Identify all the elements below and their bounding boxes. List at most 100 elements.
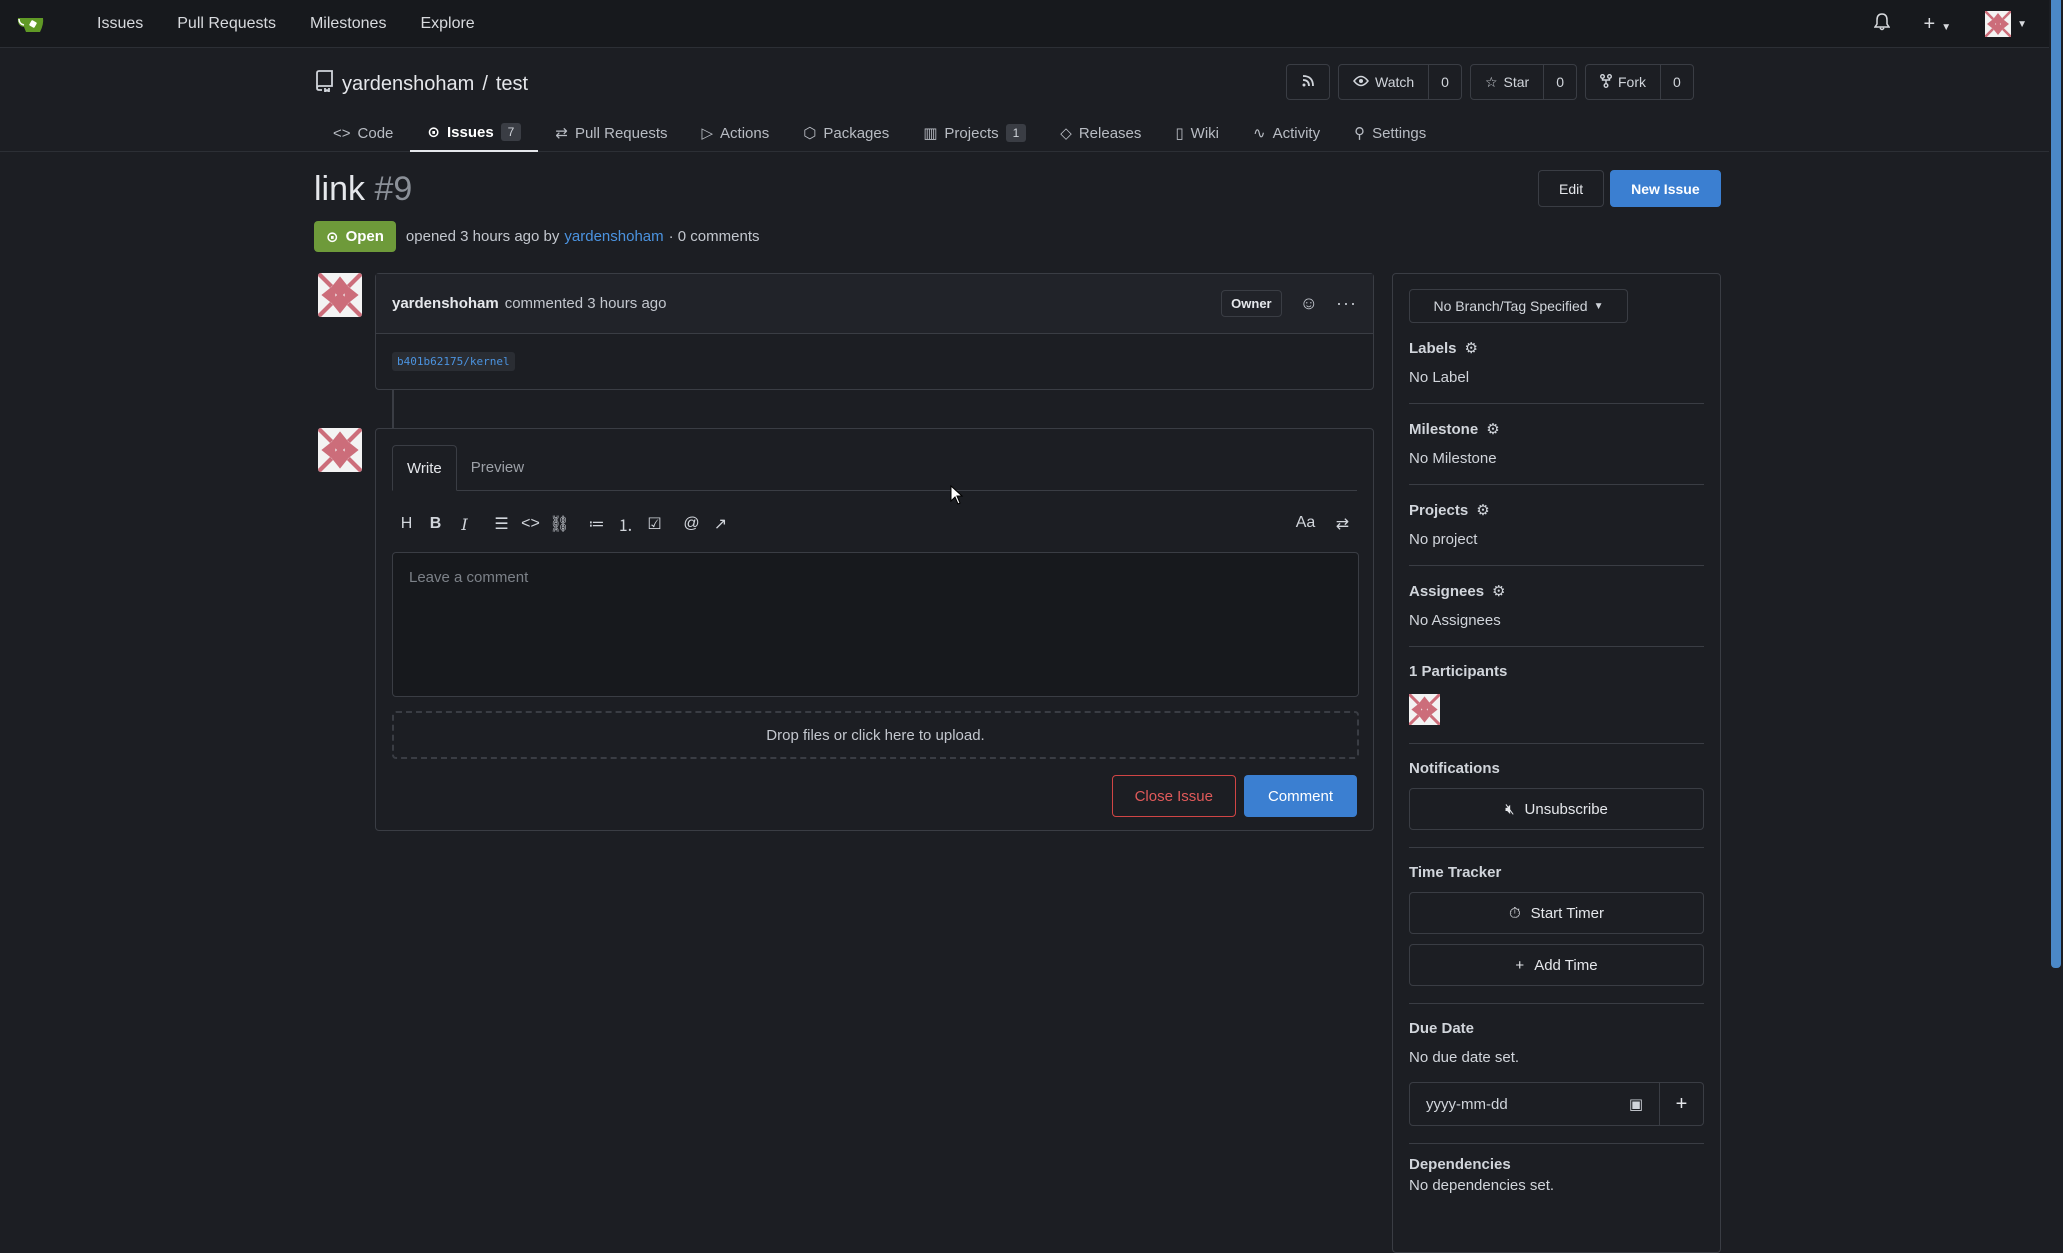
- switch-editor-icon[interactable]: ⇄: [1328, 514, 1357, 534]
- tab-code[interactable]: <> Code: [316, 114, 410, 152]
- projects-count-badge: 1: [1005, 124, 1027, 142]
- nav-pull-requests[interactable]: Pull Requests: [160, 15, 293, 33]
- due-date-title: Due Date: [1409, 1020, 1475, 1037]
- kebab-menu-icon[interactable]: ···: [1336, 293, 1357, 314]
- repo-separator: /: [482, 72, 488, 95]
- projects-section: Projects ⚙ No project: [1409, 485, 1704, 566]
- gitea-logo-icon[interactable]: [14, 13, 48, 35]
- comment-editor: Write Preview H B I ☰ <> ⛓ ≔ ⒈ ☑ @ ↗ Aa …: [375, 428, 1374, 831]
- avatar[interactable]: [318, 273, 362, 317]
- tab-pull-requests[interactable]: ⇄ Pull Requests: [538, 114, 684, 152]
- participants-title: 1 Participants: [1409, 663, 1508, 680]
- due-date-value: No due date set.: [1409, 1049, 1520, 1066]
- add-time-label: Add Time: [1534, 956, 1598, 974]
- milestone-value: No Milestone: [1409, 450, 1497, 467]
- file-dropzone[interactable]: Drop files or click here to upload.: [392, 711, 1359, 759]
- user-menu[interactable]: ▼: [1985, 11, 2027, 37]
- tab-label: Issues: [446, 123, 494, 141]
- tab-label: Packages: [823, 124, 890, 142]
- issue-number: #9: [374, 170, 413, 208]
- project-icon: ▥: [923, 125, 938, 142]
- italic-icon[interactable]: I: [450, 515, 479, 534]
- nav-issues[interactable]: Issues: [80, 15, 160, 33]
- comment-body: b401b62175/kernel: [376, 334, 1373, 389]
- comments-count: · 0 comments: [668, 228, 760, 245]
- dependencies-value: No dependencies set.: [1409, 1177, 1555, 1194]
- page-scrollbar[interactable]: [2049, 0, 2063, 1236]
- chevron-down-icon: ▼: [2017, 18, 2027, 30]
- bold-icon[interactable]: B: [421, 515, 450, 533]
- star-count[interactable]: 0: [1543, 65, 1576, 99]
- comment-button[interactable]: Comment: [1243, 775, 1357, 817]
- tab-wiki[interactable]: ▯ Wiki: [1158, 114, 1236, 152]
- close-issue-button[interactable]: Close Issue: [1111, 775, 1236, 817]
- quote-icon[interactable]: ☰: [487, 514, 516, 534]
- participants-section: 1 Participants: [1407, 647, 1704, 744]
- tab-settings[interactable]: ⚲ Settings: [1337, 114, 1443, 152]
- due-date-input[interactable]: yyyy-mm-dd ▣: [1409, 1082, 1660, 1126]
- author-link[interactable]: yardenshoham: [564, 228, 663, 245]
- repo-owner-link[interactable]: yardenshoham: [342, 73, 474, 96]
- nav-explore[interactable]: Explore: [403, 15, 491, 33]
- avatar[interactable]: [318, 428, 362, 472]
- comment-author-link[interactable]: yardenshoham: [392, 295, 499, 312]
- gear-icon[interactable]: ⚙: [1465, 339, 1478, 357]
- gear-icon[interactable]: ⚙: [1492, 582, 1505, 600]
- labels-title: Labels: [1409, 339, 1457, 357]
- status-badge: ⊙ Open: [314, 221, 396, 252]
- watch-button[interactable]: Watch 0: [1338, 64, 1462, 100]
- avatar[interactable]: [1407, 692, 1442, 727]
- tab-label: Wiki: [1190, 124, 1219, 142]
- tab-label: Releases: [1078, 124, 1142, 142]
- tab-issues[interactable]: ⊙ Issues 7: [410, 114, 539, 152]
- ordered-list-icon[interactable]: ⒈: [611, 512, 640, 536]
- tab-actions[interactable]: ▷ Actions: [685, 114, 787, 152]
- link-icon[interactable]: ⛓: [545, 514, 574, 534]
- monospace-toggle-icon[interactable]: Aa: [1291, 514, 1320, 534]
- new-issue-button[interactable]: New Issue: [1610, 170, 1721, 207]
- tab-releases[interactable]: ◇ Releases: [1043, 114, 1158, 152]
- gear-icon[interactable]: ⚙: [1476, 501, 1489, 519]
- add-due-date-button[interactable]: +: [1660, 1082, 1704, 1126]
- unsubscribe-label: Unsubscribe: [1524, 800, 1608, 818]
- bell-icon[interactable]: [1873, 13, 1890, 35]
- scrollbar-thumb[interactable]: [2051, 0, 2061, 968]
- comment-textarea[interactable]: Leave a comment: [392, 552, 1359, 697]
- mention-icon[interactable]: @: [677, 515, 706, 533]
- tab-projects[interactable]: ▥ Projects 1: [906, 114, 1043, 152]
- unsubscribe-button[interactable]: 🔇︎ Unsubscribe: [1409, 788, 1704, 830]
- rss-button[interactable]: [1286, 64, 1330, 100]
- star-icon: ☆: [1484, 73, 1498, 90]
- assignees-value: No Assignees: [1409, 612, 1501, 629]
- tab-write[interactable]: Write: [392, 445, 457, 491]
- issue-title: link #9: [314, 170, 412, 209]
- fork-count[interactable]: 0: [1660, 65, 1693, 99]
- create-menu[interactable]: + ▼: [1924, 13, 1952, 36]
- unordered-list-icon[interactable]: ≔: [582, 514, 611, 534]
- fork-button[interactable]: Fork 0: [1585, 64, 1694, 100]
- gear-icon[interactable]: ⚙: [1486, 420, 1499, 438]
- watch-count[interactable]: 0: [1428, 65, 1461, 99]
- cross-reference-icon[interactable]: ↗: [706, 514, 735, 534]
- assignees-section: Assignees ⚙ No Assignees: [1409, 566, 1704, 647]
- branch-selector[interactable]: No Branch/Tag Specified ▼: [1409, 289, 1628, 323]
- tab-label: Activity: [1272, 124, 1321, 142]
- tab-activity[interactable]: ∿ Activity: [1236, 114, 1337, 152]
- start-timer-button[interactable]: ⏱︎ Start Timer: [1409, 892, 1704, 934]
- nav-milestones[interactable]: Milestones: [293, 15, 403, 33]
- star-button[interactable]: ☆ Star 0: [1469, 64, 1577, 100]
- tab-packages[interactable]: ⬡ Packages: [786, 114, 906, 152]
- add-time-button[interactable]: + Add Time: [1409, 944, 1704, 986]
- play-icon: ▷: [701, 125, 714, 142]
- task-list-icon[interactable]: ☑: [640, 514, 669, 534]
- tab-preview[interactable]: Preview: [457, 445, 538, 490]
- opened-text: opened 3 hours ago by: [405, 228, 560, 245]
- smiley-icon[interactable]: ☺: [1300, 293, 1318, 314]
- repo-title: yardenshoham / test: [316, 70, 528, 98]
- edit-button[interactable]: Edit: [1538, 170, 1605, 207]
- code-icon[interactable]: <>: [516, 515, 545, 533]
- calendar-icon[interactable]: ▣: [1629, 1095, 1643, 1113]
- repo-name-link[interactable]: test: [496, 73, 528, 96]
- commit-ref-link[interactable]: b401b62175/kernel: [392, 352, 515, 371]
- heading-icon[interactable]: H: [392, 515, 421, 533]
